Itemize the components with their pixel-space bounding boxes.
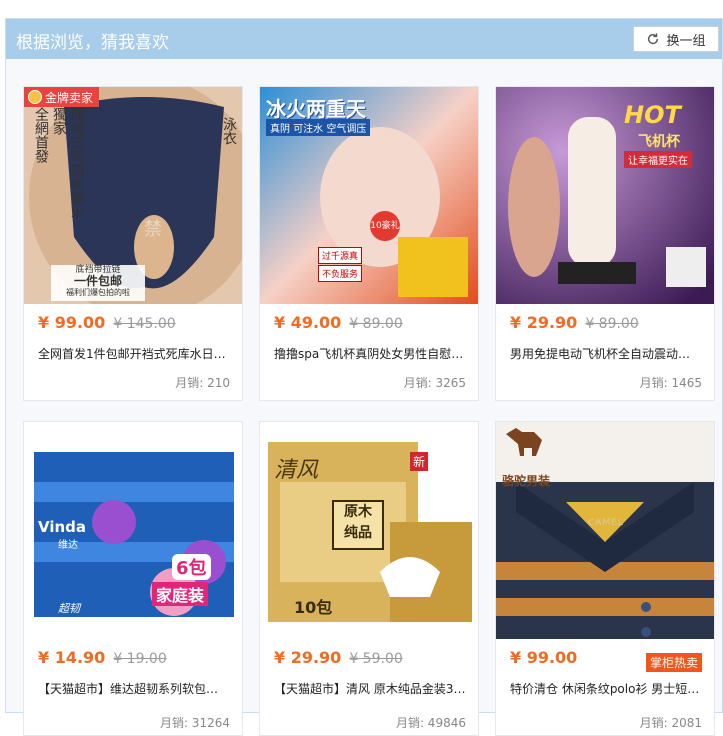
- image-text-right: 泳衣: [221, 117, 237, 145]
- image-new-tag: 新: [410, 452, 429, 471]
- price-row: ¥ 49.00 ¥ 89.00: [274, 313, 403, 332]
- product-name-link[interactable]: 男用免提电动飞机杯全自动震动真阴电动自慰器: [510, 345, 702, 362]
- panel-header: 根据浏览，猜我喜欢 换一组: [6, 19, 722, 59]
- image-collar-text: CAMEL: [588, 518, 624, 528]
- refresh-icon: [648, 33, 659, 45]
- image-title-box: 原木 纯品: [332, 500, 384, 550]
- product-card[interactable]: 骆驼男装 CAMEL ¥ 99.00 掌柜热卖 特价清仓 休闲条纹polo衫 男…: [495, 421, 715, 736]
- image-series: 超韧: [58, 602, 80, 615]
- original-price: ¥ 145.00: [113, 316, 176, 332]
- image-subline: 真阴 可注水 空气调压: [266, 119, 371, 136]
- panel-title: 根据浏览，猜我喜欢: [16, 33, 169, 53]
- product-image[interactable]: 冰火两重天 真阴 可注水 空气调压 10豪礼 过千源真 不负服务: [260, 87, 478, 304]
- product-name-link[interactable]: 全网首发1件包邮开裆式死库水日本学生泳衣连体三角性感情趣泳装: [38, 345, 230, 362]
- refresh-button[interactable]: 换一组: [633, 26, 719, 52]
- image-text-left: 開襠式常規死庫水: [69, 107, 85, 219]
- title-line: 原木: [344, 504, 372, 520]
- original-price: ¥ 89.00: [349, 316, 403, 332]
- hot-seller-badge: 掌柜热卖: [645, 653, 702, 672]
- image-hot-text: HOT: [624, 101, 681, 129]
- price-row: ¥ 99.00: [510, 648, 577, 667]
- recommend-panel: 根据浏览，猜我喜欢 换一组 全網首發 獨家 開襠式常規死庫水 泳衣 禁 底裆带拉…: [5, 18, 723, 736]
- image-tag: 不负服务: [318, 265, 363, 282]
- promo-line: 一件包邮: [73, 274, 122, 288]
- image-headline: 飞机杯: [638, 134, 680, 150]
- product-name-link[interactable]: 【天猫超市】维达超韧系列软包抽纸3层100抽6包家庭装: [38, 680, 230, 697]
- current-price: ¥ 29.90: [510, 313, 578, 332]
- current-price: ¥ 49.00: [274, 313, 342, 332]
- image-stamp: 禁: [144, 219, 162, 240]
- current-price: ¥ 99.00: [38, 313, 106, 332]
- image-tag: 过千源真: [318, 247, 363, 264]
- refresh-label: 换一组: [666, 33, 706, 49]
- image-text-left: 獨家: [51, 107, 67, 135]
- product-card[interactable]: 冰火两重天 真阴 可注水 空气调压 10豪礼 过千源真 不负服务 ¥ 49.00…: [259, 86, 479, 401]
- image-brand-cn: 维达: [58, 540, 78, 551]
- monthly-sales: 月销: 1465: [639, 376, 702, 390]
- image-brand: Vinda: [38, 518, 87, 536]
- image-pack-label: 家庭装: [152, 582, 209, 606]
- price-row: ¥ 99.00 ¥ 145.00: [38, 313, 176, 332]
- gold-seller-badge: 金牌卖家: [24, 87, 100, 107]
- product-name-link[interactable]: 撸撸spa飞机杯真阴处女男性自慰器成人情趣用品: [274, 345, 466, 362]
- monthly-sales: 月销: 49846: [395, 716, 466, 730]
- image-text-left: 全網首發: [33, 107, 49, 163]
- image-headline: 冰火两重天: [266, 97, 366, 121]
- original-price: ¥ 59.00: [349, 651, 403, 667]
- title-line: 纯品: [344, 525, 372, 541]
- product-card[interactable]: Vinda 维达 超韧 6包 家庭装 ¥ 14.90 ¥ 19.00 【天猫超市…: [23, 421, 243, 736]
- gift-badge: 10豪礼: [370, 211, 400, 241]
- image-brand: 骆驼男装: [502, 474, 551, 488]
- price-row: ¥ 14.90 ¥ 19.00: [38, 648, 167, 667]
- product-image[interactable]: 全網首發 獨家 開襠式常規死庫水 泳衣 禁 底裆带拉链 一件包邮 福利们爆包拍的…: [24, 87, 242, 304]
- polo-shirt-photo: [496, 422, 714, 639]
- image-pack-count: 6包: [172, 554, 211, 580]
- monthly-sales: 月销: 2081: [639, 716, 702, 730]
- product-image[interactable]: 清风 原木 纯品 10包 新: [260, 422, 478, 639]
- price-row: ¥ 29.90 ¥ 59.00: [274, 648, 403, 667]
- monthly-sales: 月销: 210: [175, 376, 230, 390]
- original-price: ¥ 19.00: [113, 651, 167, 667]
- promo-line: 福利们爆包拍的啦: [66, 288, 130, 297]
- product-card[interactable]: 清风 原木 纯品 10包 新 ¥ 29.90 ¥ 59.00 【天猫超市】清风 …: [259, 421, 479, 736]
- medal-icon: [28, 90, 42, 104]
- product-photo: [496, 87, 714, 304]
- image-promo-box: 底裆带拉链 一件包邮 福利们爆包拍的啦: [51, 265, 145, 301]
- product-image[interactable]: 骆驼男装 CAMEL: [496, 422, 714, 639]
- original-price: ¥ 89.00: [585, 316, 639, 332]
- product-name-link[interactable]: 特价清仓 休闲条纹polo衫 男士短袖T恤: [510, 680, 702, 697]
- product-card[interactable]: 全網首發 獨家 開襠式常規死庫水 泳衣 禁 底裆带拉链 一件包邮 福利们爆包拍的…: [23, 86, 243, 401]
- product-image[interactable]: HOT 飞机杯 让幸福更实在: [496, 87, 714, 304]
- current-price: ¥ 99.00: [510, 648, 578, 667]
- product-name-link[interactable]: 【天猫超市】清风 原木纯品金装3层120抽10包: [274, 680, 466, 697]
- current-price: ¥ 14.90: [38, 648, 106, 667]
- current-price: ¥ 29.90: [274, 648, 342, 667]
- image-slogan: 让幸福更实在: [624, 151, 692, 168]
- badge-label: 金牌卖家: [45, 90, 94, 105]
- product-image[interactable]: Vinda 维达 超韧 6包 家庭装: [24, 422, 242, 639]
- price-row: ¥ 29.90 ¥ 89.00: [510, 313, 639, 332]
- image-pack-count: 10包: [294, 598, 333, 617]
- monthly-sales: 月销: 3265: [403, 376, 466, 390]
- product-card[interactable]: HOT 飞机杯 让幸福更实在 ¥ 29.90 ¥ 89.00 男用免提电动飞机杯…: [495, 86, 715, 401]
- monthly-sales: 月销: 31264: [159, 716, 230, 730]
- image-brand: 清风: [274, 458, 319, 483]
